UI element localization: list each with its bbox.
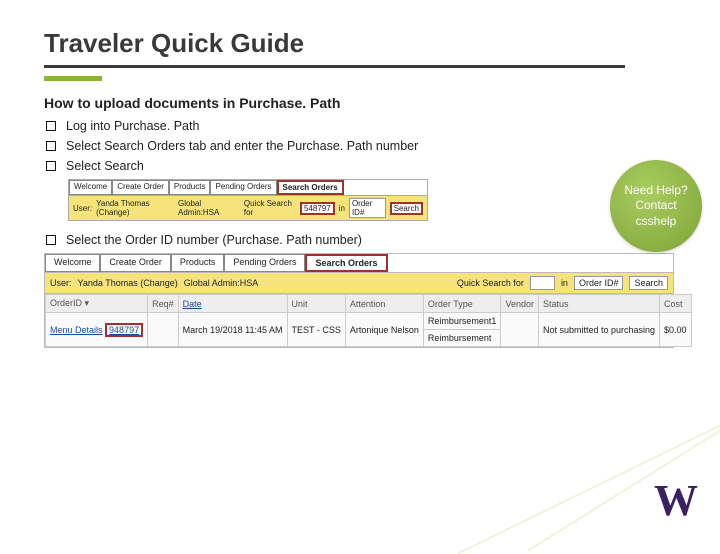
col-header[interactable]: Date (178, 295, 287, 313)
tab-products[interactable]: Products (171, 254, 225, 272)
quick-search-input[interactable]: 548797 (300, 202, 335, 215)
cell-ordertype: Reimbursement1 (423, 313, 501, 330)
step-text: Select the Order ID number (Purchase. Pa… (66, 233, 362, 247)
menu-details-link[interactable]: Menu Details (50, 325, 103, 335)
user-label: User: (50, 278, 72, 288)
search-button[interactable]: Search (390, 202, 423, 215)
step-text: Log into Purchase. Path (66, 119, 199, 133)
col-header[interactable]: Attention (345, 295, 423, 313)
tab-products[interactable]: Products (169, 180, 211, 195)
quick-search-label: Quick Search for (244, 199, 296, 217)
tab-search-orders[interactable]: Search Orders (305, 254, 387, 272)
cell-vendor (501, 313, 539, 347)
section-subtitle: How to upload documents in Purchase. Pat… (44, 95, 676, 111)
tab-pending-orders[interactable]: Pending Orders (210, 180, 276, 195)
role-label: Global Admin:HSA (178, 199, 236, 217)
col-header[interactable]: Req# (148, 295, 179, 313)
table-row: Menu Details 948797 March 19/2018 11:45 … (46, 313, 692, 330)
checkbox-icon (46, 161, 56, 171)
col-header[interactable]: Vendor (501, 295, 539, 313)
quick-search-input[interactable] (530, 276, 555, 290)
in-label: in (561, 278, 568, 288)
cell-ordertype: Reimbursement (423, 330, 501, 347)
order-id-select[interactable]: Order ID# (574, 276, 624, 290)
user-value: Yanda Thomas (Change) (96, 199, 174, 217)
col-header[interactable]: Unit (287, 295, 345, 313)
in-label: in (339, 204, 345, 213)
cell-unit: TEST - CSS (287, 313, 345, 347)
results-table: OrderID ▾ Req# Date Unit Attention Order… (45, 294, 692, 347)
user-label: User: (73, 204, 92, 213)
cell-date: March 19/2018 11:45 AM (178, 313, 287, 347)
checkbox-icon (46, 141, 56, 151)
role-label: Global Admin:HSA (184, 278, 259, 288)
order-id-select[interactable]: Order ID# (349, 198, 386, 218)
checkbox-icon (46, 121, 56, 131)
tab-create-order[interactable]: Create Order (100, 254, 171, 272)
col-header[interactable]: OrderID ▾ (46, 295, 148, 313)
tab-pending-orders[interactable]: Pending Orders (224, 254, 305, 272)
step-text: Select Search Orders tab and enter the P… (66, 139, 418, 153)
search-button[interactable]: Search (629, 276, 668, 290)
col-header[interactable]: Cost (660, 295, 692, 313)
tab-welcome[interactable]: Welcome (69, 180, 112, 195)
uw-logo: W (654, 475, 698, 526)
accent-bar (44, 76, 102, 81)
checkbox-icon (46, 235, 56, 245)
tab-create-order[interactable]: Create Order (112, 180, 169, 195)
col-header[interactable]: Status (538, 295, 659, 313)
user-value: Yanda Thomas (Change) (78, 278, 178, 288)
cell-req (148, 313, 179, 347)
step-list: Select the Order ID number (Purchase. Pa… (46, 233, 676, 247)
cell-cost: $0.00 (660, 313, 692, 347)
tab-search-orders[interactable]: Search Orders (277, 180, 344, 195)
step-list: Log into Purchase. Path Select Search Or… (46, 119, 676, 173)
screenshot-results: Welcome Create Order Products Pending Or… (44, 253, 674, 348)
help-callout: Need Help? Contact csshelp (610, 160, 702, 252)
step-text: Select Search (66, 159, 144, 173)
cell-attention: Artonique Nelson (345, 313, 423, 347)
cell-status: Not submitted to purchasing (538, 313, 659, 347)
tab-welcome[interactable]: Welcome (45, 254, 100, 272)
order-id-link[interactable]: 948797 (105, 323, 143, 337)
page-title: Traveler Quick Guide (44, 28, 625, 68)
screenshot-search-bar: Welcome Create Order Products Pending Or… (68, 179, 428, 221)
quick-search-label: Quick Search for (457, 278, 524, 288)
col-header[interactable]: Order Type (423, 295, 501, 313)
